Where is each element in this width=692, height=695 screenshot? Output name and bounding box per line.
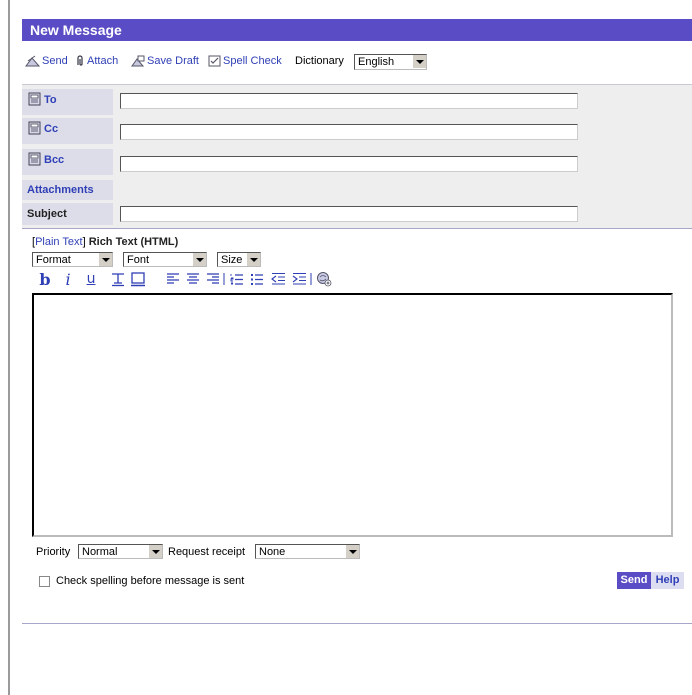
- to-row: To: [22, 89, 692, 115]
- separator-line: [223, 273, 225, 285]
- bold-button[interactable]: b: [38, 270, 52, 289]
- chevron-down-icon: [345, 545, 359, 558]
- request-receipt-label: Request receipt: [168, 546, 246, 558]
- attach-toolbar-label: Attach: [87, 55, 119, 67]
- to-label-cell[interactable]: To: [22, 89, 113, 115]
- bcc-label-cell[interactable]: Bcc: [22, 149, 113, 175]
- spell-check-toolbar-label: Spell Check: [223, 55, 282, 67]
- message-body-editor[interactable]: [32, 293, 673, 537]
- numbered-list-button[interactable]: [230, 270, 244, 288]
- dictionary-select-value: English: [358, 56, 395, 68]
- send-toolbar-label: Send: [42, 55, 68, 67]
- bullet-list-icon: [251, 274, 263, 285]
- address-book-icon[interactable]: [27, 92, 42, 107]
- chevron-down-icon: [412, 55, 426, 68]
- spell-before-send-checkbox[interactable]: [39, 575, 50, 587]
- request-receipt-select[interactable]: None: [255, 544, 360, 559]
- attachments-label-cell: Attachments: [22, 180, 113, 200]
- cc-label: Cc: [44, 123, 59, 135]
- bcc-label: Bcc: [44, 154, 65, 166]
- spell-check-toolbar-button[interactable]: Spell Check: [208, 55, 282, 67]
- indent-icon: [292, 272, 306, 285]
- text-color-icon: [112, 273, 124, 287]
- bcc-field[interactable]: [120, 156, 578, 172]
- priority-select[interactable]: Normal: [78, 544, 163, 559]
- dictionary-label: Dictionary: [295, 55, 344, 67]
- subject-label-cell: Subject: [22, 203, 113, 225]
- attach-toolbar-button[interactable]: Attach: [75, 55, 118, 67]
- cc-label-cell[interactable]: Cc: [22, 118, 113, 144]
- size-select[interactable]: Size: [217, 252, 261, 267]
- priority-label: Priority: [36, 546, 71, 558]
- font-select-value: Font: [127, 254, 150, 266]
- separator-line: [310, 273, 312, 285]
- title-bar: New Message: [22, 19, 692, 41]
- outdent-icon: [271, 272, 285, 285]
- align-left-button[interactable]: [166, 270, 180, 288]
- save-draft-icon: [131, 55, 145, 67]
- message-toolbar: Send Attach Save Draft Spell Check Dicti…: [22, 51, 692, 73]
- align-right-icon: [207, 273, 219, 284]
- spell-check-icon: [208, 55, 221, 67]
- paperclip-icon: [77, 55, 83, 66]
- size-select-value: Size: [221, 254, 243, 266]
- cc-row: Cc: [22, 118, 692, 144]
- indent-button[interactable]: [292, 270, 307, 288]
- align-center-icon: [187, 273, 199, 284]
- send-toolbar-button[interactable]: Send: [25, 55, 68, 67]
- italic-button[interactable]: i: [62, 270, 74, 289]
- mode-bracket-close: ]: [82, 236, 86, 248]
- spell-before-send-option[interactable]: Check spelling before message is sent: [39, 575, 244, 587]
- text-color-button[interactable]: [110, 270, 126, 288]
- bullet-list-button[interactable]: [250, 270, 264, 288]
- insert-link-icon: [317, 272, 332, 287]
- save-draft-toolbar-label: Save Draft: [147, 55, 199, 67]
- to-label: To: [44, 94, 57, 106]
- outdent-button[interactable]: [271, 270, 286, 288]
- bcc-row: Bcc: [22, 149, 692, 175]
- subject-label: Subject: [27, 208, 67, 220]
- toolbar-separator: [223, 270, 225, 288]
- format-select[interactable]: Format: [32, 252, 113, 267]
- subject-field[interactable]: [120, 206, 578, 222]
- save-draft-toolbar-button[interactable]: Save Draft: [131, 55, 199, 67]
- left-border: [8, 0, 10, 695]
- toolbar-separator: [310, 270, 312, 288]
- chevron-down-icon: [192, 253, 206, 266]
- highlight-icon: [131, 272, 145, 287]
- subject-row: Subject: [22, 203, 692, 225]
- align-center-button[interactable]: [186, 270, 200, 288]
- footer-divider: [22, 623, 692, 624]
- numbered-list-icon: [230, 274, 243, 285]
- message-headers-panel: To Cc Bcc Attachments Subject: [22, 84, 692, 229]
- chevron-down-icon: [148, 545, 162, 558]
- plain-text-link[interactable]: Plain Text: [35, 236, 83, 248]
- help-button[interactable]: Help: [651, 572, 684, 589]
- align-right-button[interactable]: [206, 270, 220, 288]
- request-receipt-select-value: None: [259, 546, 286, 558]
- editor-mode-switch: [Plain Text] Rich Text (HTML): [32, 236, 178, 248]
- address-book-icon[interactable]: [27, 152, 42, 167]
- underline-button[interactable]: u: [84, 270, 98, 288]
- font-select[interactable]: Font: [123, 252, 207, 267]
- window-title: New Message: [30, 22, 122, 38]
- highlight-button[interactable]: [130, 270, 146, 288]
- to-field[interactable]: [120, 93, 578, 109]
- chevron-down-icon: [98, 253, 112, 266]
- insert-link-button[interactable]: [316, 270, 332, 288]
- align-left-icon: [167, 273, 179, 284]
- format-select-value: Format: [36, 254, 71, 266]
- chevron-down-icon: [246, 253, 260, 266]
- rich-text-mode-label: Rich Text (HTML): [88, 236, 179, 248]
- address-book-icon[interactable]: [27, 121, 42, 136]
- spell-before-send-label: Check spelling before message is sent: [56, 575, 245, 587]
- priority-select-value: Normal: [82, 546, 118, 558]
- cc-field[interactable]: [120, 124, 578, 140]
- send-button[interactable]: Send: [617, 572, 651, 589]
- attachments-label: Attachments: [27, 184, 94, 196]
- attachments-row: Attachments: [22, 180, 692, 200]
- send-icon: [25, 55, 40, 67]
- dictionary-select[interactable]: English: [354, 54, 427, 70]
